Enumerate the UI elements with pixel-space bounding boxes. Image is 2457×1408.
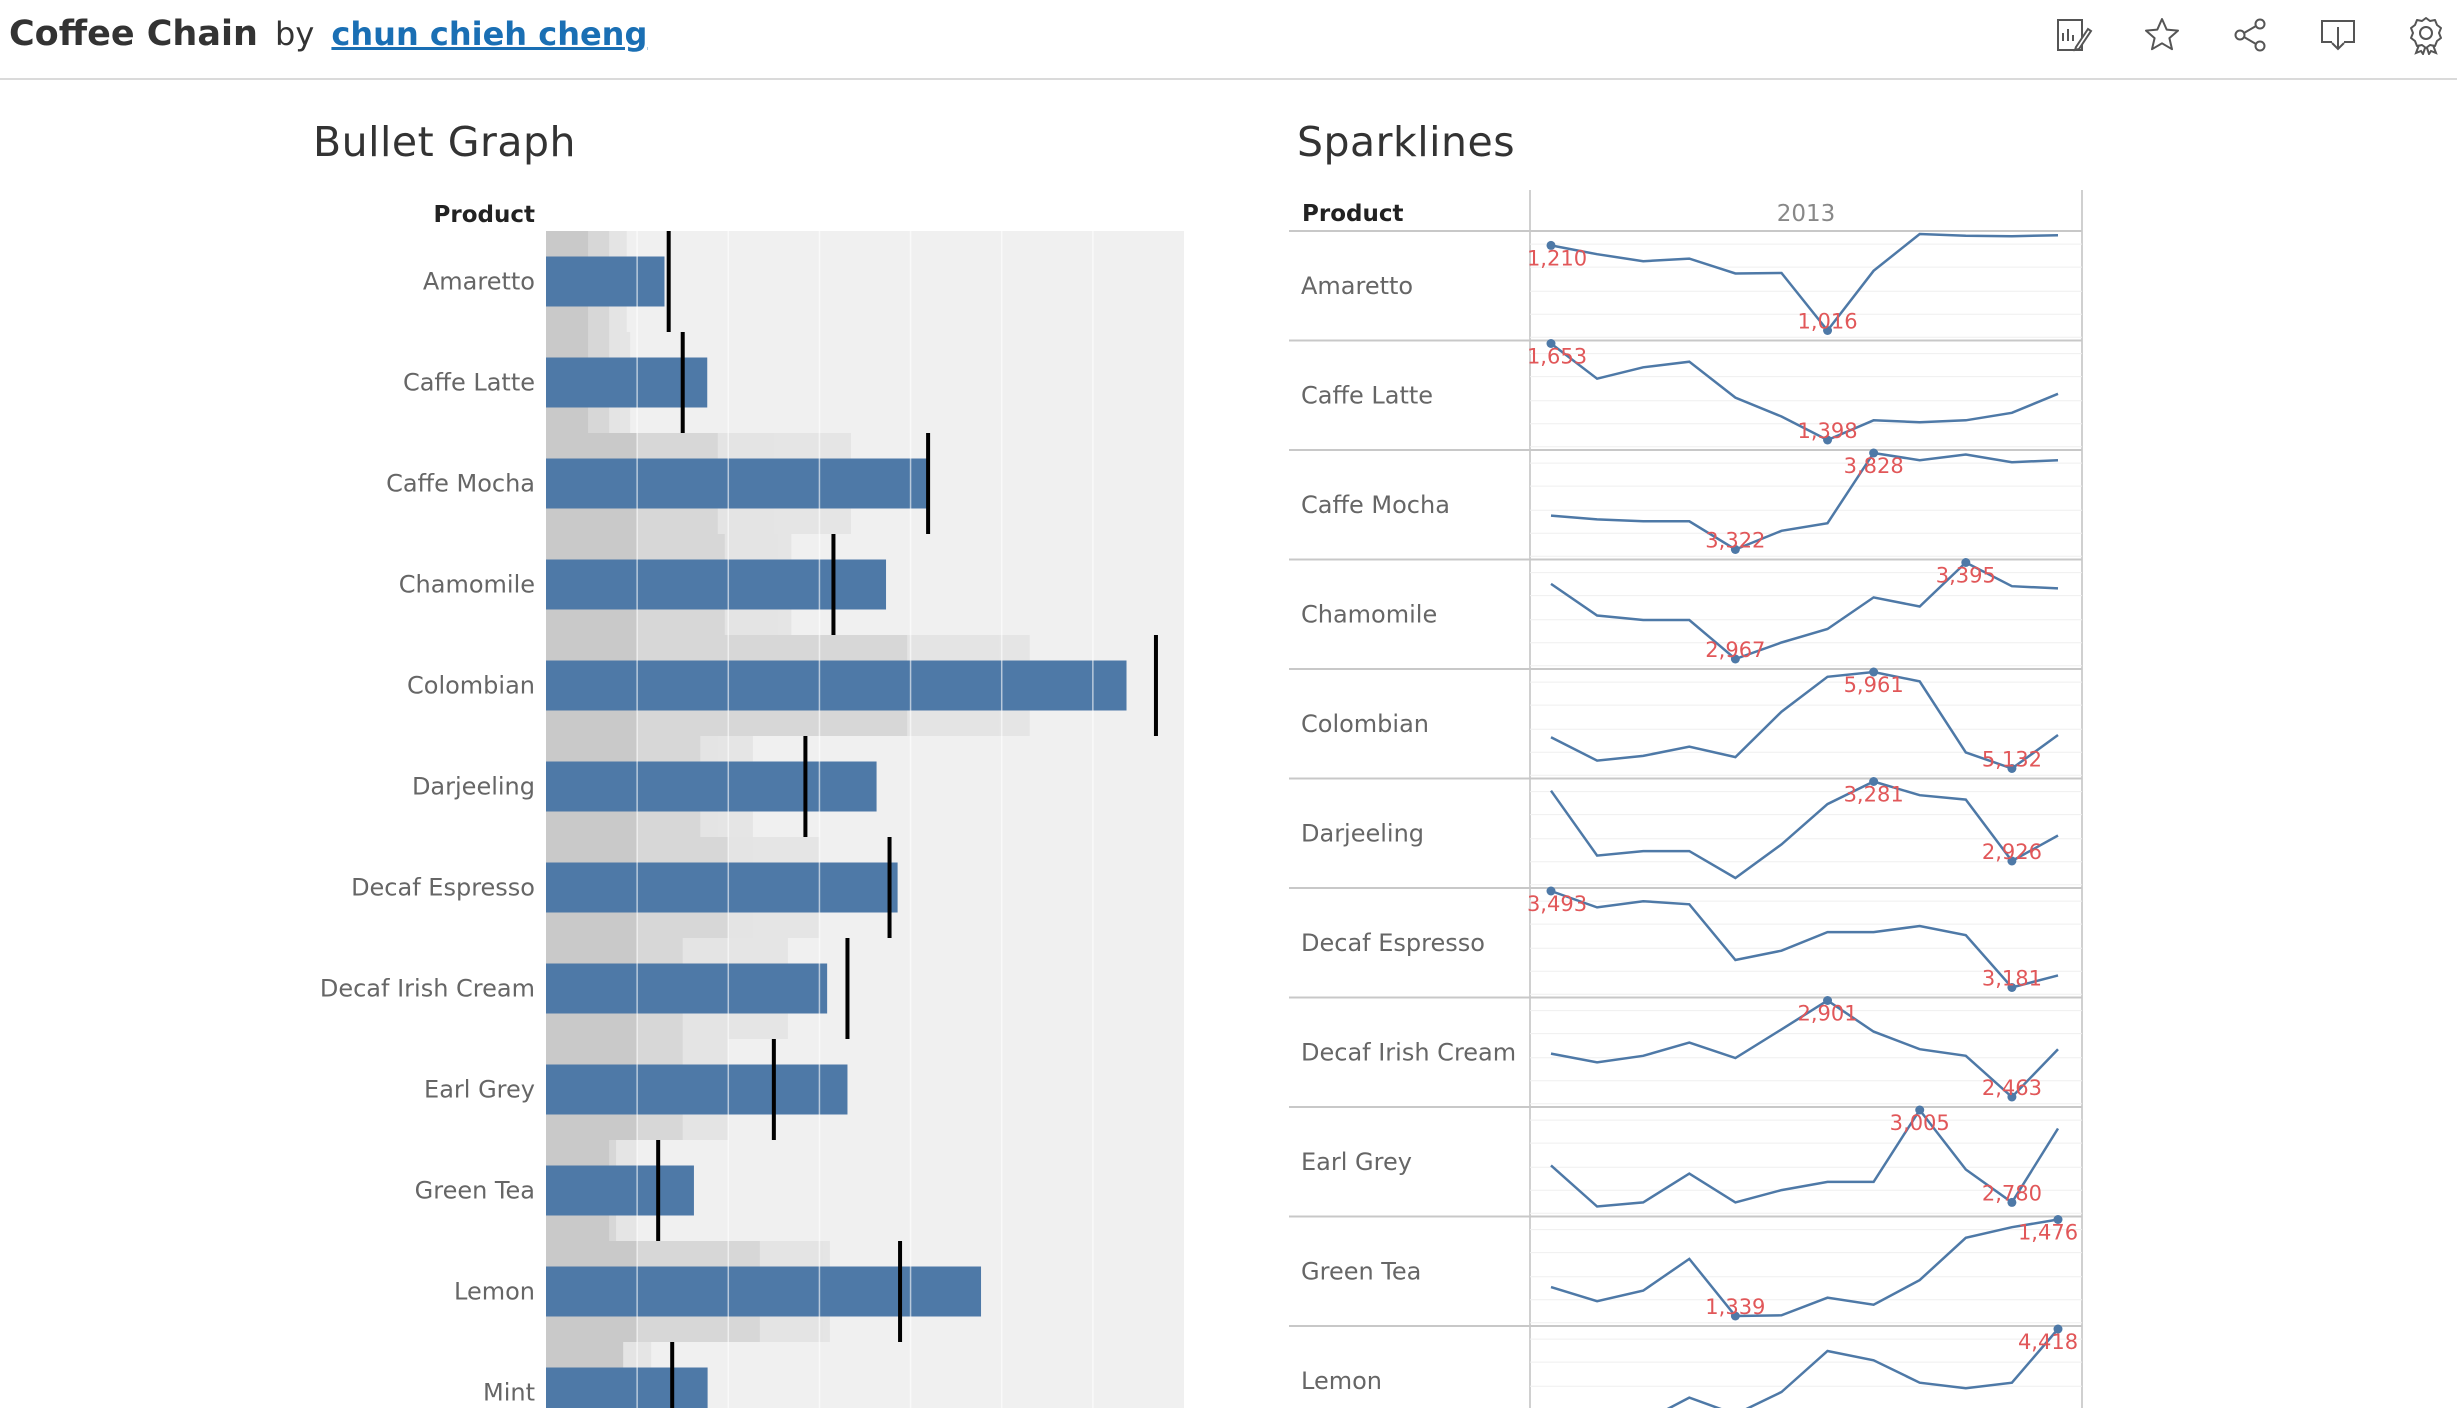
category-label: Green Tea xyxy=(1301,1257,1421,1285)
sparklines-chart: Product 2013 Amaretto 1,210 1,016 Caffe Latte… xyxy=(1289,190,2083,1408)
max-label: 3,005 xyxy=(1890,1111,1950,1135)
row-header-product: Product xyxy=(1302,201,1403,227)
max-label: 2,901 xyxy=(1797,1002,1857,1026)
min-label: 3,181 xyxy=(1982,967,2042,991)
star-icon xyxy=(2145,18,2179,51)
min-label: 1,016 xyxy=(1797,310,1857,334)
workbook-title: Coffee Chain xyxy=(9,14,258,54)
favorite-button[interactable] xyxy=(2137,12,2187,58)
max-label: 3,281 xyxy=(1844,783,1904,807)
min-label: 3,322 xyxy=(1705,529,1765,553)
category-label: Decaf Irish Cream xyxy=(1301,1038,1516,1066)
min-label: 1,398 xyxy=(1797,419,1857,443)
download-button[interactable] xyxy=(2313,12,2363,58)
min-label: 2,926 xyxy=(1982,840,2042,864)
badge-button[interactable] xyxy=(2401,12,2451,58)
category-label: Lemon xyxy=(1301,1367,1382,1395)
max-label: 3,395 xyxy=(1936,564,1996,588)
min-label: 2,967 xyxy=(1705,638,1765,662)
sparklines-title: Sparklines xyxy=(1297,118,1516,166)
max-label: 3,828 xyxy=(1844,454,1904,478)
category-label: Earl Grey xyxy=(1301,1148,1412,1176)
category-label: Amaretto xyxy=(1301,272,1413,300)
category-label: Chamomile xyxy=(1301,600,1437,628)
min-label: 2,463 xyxy=(1982,1076,2042,1100)
spark-line xyxy=(1550,1218,2059,1318)
category-label: Decaf Espresso xyxy=(1301,929,1485,957)
edit-button[interactable] xyxy=(2049,12,2099,58)
min-label: 2,780 xyxy=(1982,1181,2042,1205)
share-button[interactable] xyxy=(2225,12,2275,58)
max-label: 1,653 xyxy=(1527,345,1587,369)
spark-line xyxy=(1550,451,2059,551)
category-label: Darjeeling xyxy=(1301,819,1424,847)
share-icon xyxy=(2234,18,2266,52)
max-label: 1,210 xyxy=(1527,246,1587,270)
top-bar: Coffee Chain by chun chieh cheng xyxy=(0,0,2457,80)
bullet-graph-title: Bullet Graph xyxy=(313,118,576,166)
min-label: 5,132 xyxy=(1982,748,2042,772)
min-label: 1,339 xyxy=(1705,1295,1765,1319)
max-label: 4,418 xyxy=(2018,1330,2078,1354)
workbook-header: Coffee Chain by chun chieh cheng xyxy=(9,8,647,60)
category-label: Caffe Mocha xyxy=(1301,491,1450,519)
download-icon xyxy=(2321,20,2355,51)
column-header-year: 2013 xyxy=(1777,201,1836,227)
max-label: 1,476 xyxy=(2018,1221,2078,1245)
category-label: Caffe Latte xyxy=(1301,381,1433,409)
by-text: by xyxy=(275,15,315,53)
max-label: 5,961 xyxy=(1844,673,1904,697)
max-label: 3,493 xyxy=(1527,892,1587,916)
badge-icon xyxy=(2410,17,2442,55)
toolbar xyxy=(2049,12,2451,58)
author-link[interactable]: chun chieh cheng xyxy=(331,15,647,53)
category-label: Colombian xyxy=(1301,710,1429,738)
edit-icon xyxy=(2057,19,2093,52)
spark-line xyxy=(1666,1328,2059,1408)
